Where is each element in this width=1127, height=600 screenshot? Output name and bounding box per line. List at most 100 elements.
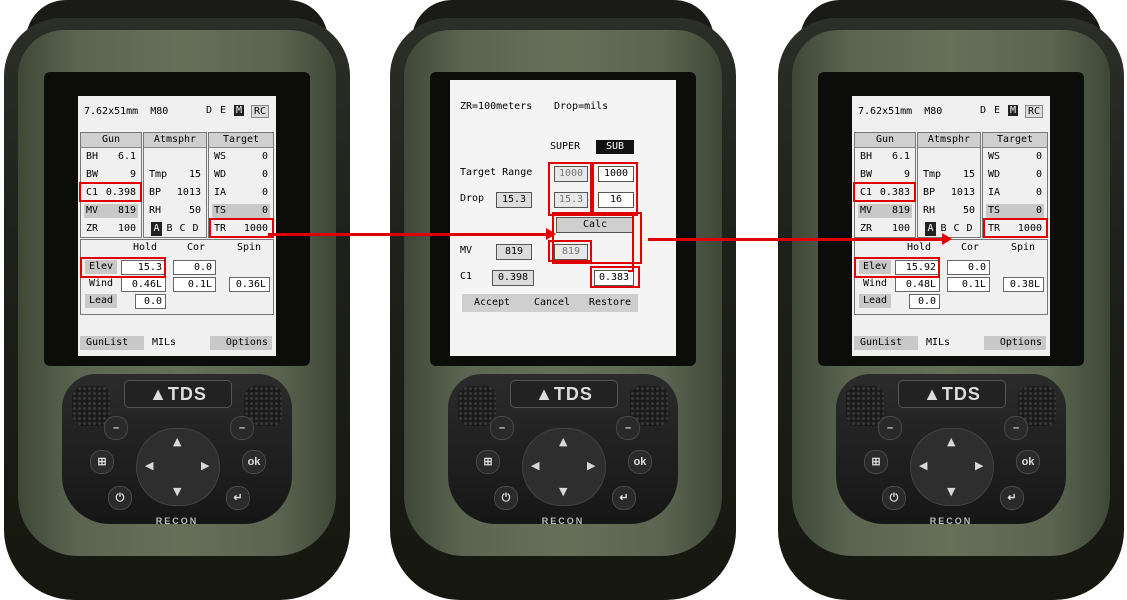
target-row[interactable]: IA 0 bbox=[986, 186, 1044, 200]
ok-icon[interactable]: ok bbox=[242, 450, 266, 474]
mode-e[interactable]: E bbox=[220, 105, 226, 116]
gun-row[interactable]: ZR 100 bbox=[858, 222, 912, 236]
target-param-label: WD bbox=[214, 169, 227, 180]
atm-param-value: 50 bbox=[188, 205, 201, 216]
gun-row[interactable]: BH 6.1 bbox=[84, 150, 138, 164]
cancel-button[interactable]: Cancel bbox=[522, 294, 582, 312]
highlight-c1 bbox=[853, 182, 916, 202]
mode-m[interactable]: M bbox=[1008, 105, 1019, 116]
target-row[interactable]: WD 0 bbox=[986, 168, 1044, 182]
atm-row[interactable]: Tmp 15 bbox=[921, 168, 977, 182]
gun-row[interactable]: MV 819 bbox=[84, 204, 138, 218]
atm-row[interactable]: BP 1013 bbox=[921, 186, 977, 200]
mode-d[interactable]: D bbox=[206, 105, 212, 116]
spin-header: Spin bbox=[1011, 242, 1036, 253]
annotation-arrow-1-head bbox=[546, 228, 556, 240]
dpad-right-icon[interactable]: ▶ bbox=[587, 459, 595, 472]
soft-key-left[interactable]: – bbox=[490, 416, 514, 440]
speaker-grille bbox=[72, 386, 110, 426]
profile-tab[interactable]: D bbox=[190, 222, 201, 236]
gun-row[interactable]: BH 6.1 bbox=[858, 150, 912, 164]
options-button[interactable]: Options bbox=[210, 336, 272, 350]
accept-button[interactable]: Accept bbox=[462, 294, 522, 312]
gun-row[interactable]: ZR 100 bbox=[84, 222, 138, 236]
mode-m[interactable]: M bbox=[234, 105, 245, 116]
power-icon[interactable]: ⏻ bbox=[108, 486, 132, 510]
target-row[interactable]: WS 0 bbox=[986, 150, 1044, 164]
dpad-left-icon[interactable]: ◀ bbox=[145, 459, 153, 472]
dpad-up-icon[interactable]: ▲ bbox=[947, 435, 955, 448]
mode-rc[interactable]: RC bbox=[251, 105, 270, 118]
target-param-label: TS bbox=[214, 205, 227, 216]
atm-param-value: 50 bbox=[962, 205, 975, 216]
gun-param-value: 6.1 bbox=[117, 151, 136, 162]
drop-value-field: 15.3 bbox=[496, 192, 532, 208]
gun-row[interactable]: BW 9 bbox=[858, 168, 912, 182]
windows-icon[interactable]: ⊞ bbox=[90, 450, 114, 474]
lead-label: Lead bbox=[859, 294, 892, 308]
mode-e[interactable]: E bbox=[994, 105, 1000, 116]
dpad-up-icon[interactable]: ▲ bbox=[173, 435, 181, 448]
target-row[interactable]: TS 0 bbox=[986, 204, 1044, 218]
dpad[interactable]: ▲ ▼ ◀ ▶ bbox=[136, 428, 220, 506]
dpad-right-icon[interactable]: ▶ bbox=[975, 459, 983, 472]
target-row[interactable]: IA 0 bbox=[212, 186, 270, 200]
profile-tab[interactable]: C bbox=[951, 222, 962, 236]
enter-icon[interactable]: ↵ bbox=[612, 486, 636, 510]
profile-tab[interactable]: D bbox=[964, 222, 975, 236]
dpad-right-icon[interactable]: ▶ bbox=[201, 459, 209, 472]
gunlist-button[interactable]: GunList bbox=[80, 336, 144, 350]
target-row[interactable]: TS 0 bbox=[212, 204, 270, 218]
profile-tab[interactable]: C bbox=[177, 222, 188, 236]
target-param-label: IA bbox=[214, 187, 227, 198]
enter-icon[interactable]: ↵ bbox=[226, 486, 250, 510]
atm-row[interactable]: BP 1013 bbox=[147, 186, 203, 200]
dpad[interactable]: ▲ ▼ ◀ ▶ bbox=[910, 428, 994, 506]
profile-tab[interactable]: A bbox=[925, 222, 936, 236]
target-row[interactable]: WD 0 bbox=[212, 168, 270, 182]
lead-hold: 0.0 bbox=[909, 294, 940, 309]
dpad-down-icon[interactable]: ▼ bbox=[173, 485, 181, 498]
atm-param-label: RH bbox=[149, 205, 162, 216]
ok-icon[interactable]: ok bbox=[1016, 450, 1040, 474]
soft-key-left[interactable]: – bbox=[878, 416, 902, 440]
mode-rc[interactable]: RC bbox=[1025, 105, 1044, 118]
atm-row[interactable]: RH 50 bbox=[921, 204, 977, 218]
gun-row[interactable]: BW 9 bbox=[84, 168, 138, 182]
windows-icon[interactable]: ⊞ bbox=[864, 450, 888, 474]
gun-param-value: 9 bbox=[129, 169, 136, 180]
mode-d[interactable]: D bbox=[980, 105, 986, 116]
elev-cor: 0.0 bbox=[947, 260, 990, 275]
gun-row[interactable]: MV 819 bbox=[858, 204, 912, 218]
profile-tab[interactable]: A bbox=[151, 222, 162, 236]
dpad-down-icon[interactable]: ▼ bbox=[559, 485, 567, 498]
power-icon[interactable]: ⏻ bbox=[882, 486, 906, 510]
power-icon[interactable]: ⏻ bbox=[494, 486, 518, 510]
target-row[interactable]: WS 0 bbox=[212, 150, 270, 164]
dpad[interactable]: ▲ ▼ ◀ ▶ bbox=[522, 428, 606, 506]
dpad-left-icon[interactable]: ◀ bbox=[531, 459, 539, 472]
restore-button[interactable]: Restore bbox=[582, 294, 638, 312]
highlight-c1 bbox=[79, 182, 142, 202]
windows-icon[interactable]: ⊞ bbox=[476, 450, 500, 474]
dpad-down-icon[interactable]: ▼ bbox=[947, 485, 955, 498]
atm-row[interactable]: RH 50 bbox=[147, 204, 203, 218]
target-param-value: 0 bbox=[261, 151, 268, 162]
profile-tab[interactable]: B bbox=[164, 222, 175, 236]
profile-tabs: ABCD bbox=[147, 222, 203, 236]
soft-key-right[interactable]: – bbox=[616, 416, 640, 440]
enter-icon[interactable]: ↵ bbox=[1000, 486, 1024, 510]
options-button[interactable]: Options bbox=[984, 336, 1046, 350]
atm-header: Atmsphr bbox=[918, 133, 980, 148]
gun-param-value: 819 bbox=[891, 205, 910, 216]
tds-logo: ▲TDS bbox=[898, 380, 1006, 408]
atm-row[interactable]: Tmp 15 bbox=[147, 168, 203, 182]
dpad-up-icon[interactable]: ▲ bbox=[559, 435, 567, 448]
soft-key-left[interactable]: – bbox=[104, 416, 128, 440]
ok-icon[interactable]: ok bbox=[628, 450, 652, 474]
wind-spin: 0.38L bbox=[1003, 277, 1044, 292]
soft-key-right[interactable]: – bbox=[1004, 416, 1028, 440]
gunlist-button[interactable]: GunList bbox=[854, 336, 918, 350]
dpad-left-icon[interactable]: ◀ bbox=[919, 459, 927, 472]
soft-key-right[interactable]: – bbox=[230, 416, 254, 440]
